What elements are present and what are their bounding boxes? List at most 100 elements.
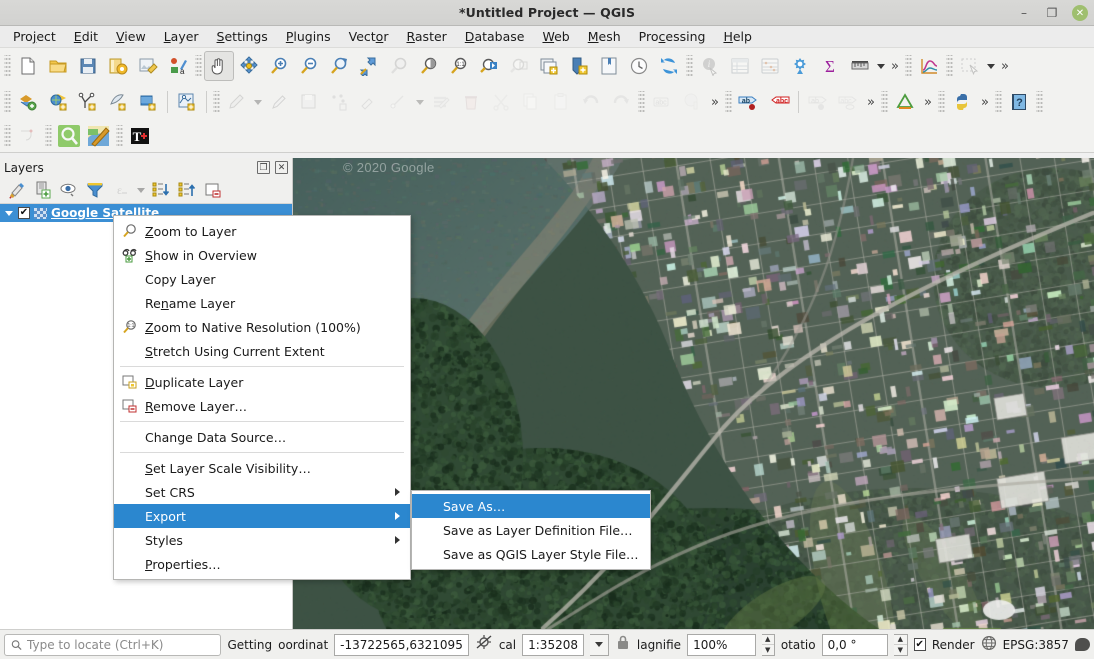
open-attribute-table-icon[interactable] (725, 51, 755, 81)
close-panel-button[interactable]: ✕ (275, 161, 288, 174)
pan-map-icon[interactable] (204, 51, 234, 81)
menu-edit[interactable]: Edit (65, 27, 107, 46)
show-labels-icon[interactable]: ab (734, 87, 764, 117)
submenu-item-save-as[interactable]: Save As… (412, 494, 650, 518)
menu-layer[interactable]: Layer (155, 27, 208, 46)
add-mesh-layer-icon[interactable] (103, 87, 133, 117)
toolbar-grip[interactable] (938, 91, 945, 113)
add-vector-tile-icon[interactable] (172, 87, 202, 117)
filter-legend-expression-icon[interactable]: ε (109, 179, 133, 201)
toolbar-grip[interactable] (116, 125, 123, 147)
menu-vector[interactable]: Vector (340, 27, 398, 46)
context-menu-item-styles[interactable]: Styles (114, 528, 410, 552)
toggle-extents-icon[interactable] (475, 634, 493, 655)
collapse-all-icon[interactable] (175, 179, 199, 201)
render-checkbox[interactable]: ✔ (913, 638, 926, 651)
metasearch-icon[interactable] (54, 121, 84, 151)
toolbar-grip[interactable] (45, 125, 52, 147)
add-delimited-text-icon[interactable] (73, 87, 103, 117)
style-manager-icon[interactable] (133, 51, 163, 81)
undo-icon[interactable] (576, 87, 606, 117)
python-console-icon[interactable] (947, 87, 977, 117)
layer-context-menu[interactable]: Zoom to Layer Show in Overview Copy Laye… (113, 215, 411, 580)
paste-features-icon[interactable] (546, 87, 576, 117)
toolbar-grip[interactable] (213, 91, 220, 113)
select-features-icon[interactable] (955, 51, 985, 81)
magnifier-field[interactable]: 100% (687, 633, 756, 656)
overflow-chevron-6[interactable]: » (977, 88, 993, 116)
minimize-button[interactable]: – (1016, 5, 1032, 21)
menu-view[interactable]: View (107, 27, 155, 46)
save-project-as-icon[interactable] (103, 51, 133, 81)
save-layer-edits-icon[interactable] (294, 87, 324, 117)
mesh-digitizing-icon[interactable] (890, 87, 920, 117)
zoom-in-icon[interactable] (264, 51, 294, 81)
toolbar-grip[interactable] (4, 91, 11, 113)
cut-features-icon[interactable] (486, 87, 516, 117)
add-group-icon[interactable] (31, 179, 55, 201)
processing-toolbox-icon[interactable] (785, 51, 815, 81)
overflow-chevron-2[interactable]: » (997, 52, 1013, 80)
toolbar-grip[interactable] (725, 91, 732, 113)
identify-features-icon[interactable]: i (695, 51, 725, 81)
overflow-chevron-5[interactable]: » (920, 88, 936, 116)
menu-help[interactable]: Help (714, 27, 761, 46)
add-feature-icon[interactable] (324, 87, 354, 117)
menu-raster[interactable]: Raster (397, 27, 455, 46)
context-menu-item-show-in-overview[interactable]: Show in Overview (114, 243, 410, 267)
diagram-icon[interactable] (677, 87, 707, 117)
delete-selected-icon[interactable] (456, 87, 486, 117)
zoom-native-icon[interactable]: 1:1 (444, 51, 474, 81)
context-menu-item-zoom-native-resolution[interactable]: 1:1 Zoom to Native Resolution (100%) (114, 315, 410, 339)
context-menu-item-properties[interactable]: Properties… (114, 552, 410, 576)
context-menu-item-duplicate-layer[interactable]: Duplicate Layer (114, 370, 410, 394)
zoom-out-icon[interactable] (294, 51, 324, 81)
toolbar-grip[interactable] (881, 91, 888, 113)
magnifier-spinner[interactable]: ▲ ▼ (761, 633, 775, 656)
expand-arrow-icon[interactable] (4, 208, 14, 218)
float-panel-button[interactable]: ❐ (257, 161, 270, 174)
locator-widget[interactable] (4, 633, 222, 656)
search-input[interactable] (27, 637, 215, 652)
overflow-chevron-1[interactable]: » (887, 52, 903, 80)
show-pinned-labels-icon[interactable]: abc (764, 87, 794, 117)
zoom-next-icon[interactable] (504, 51, 534, 81)
zoom-full-icon[interactable] (354, 51, 384, 81)
open-layer-styling-icon[interactable] (5, 179, 29, 201)
context-menu-item-change-data-source[interactable]: Change Data Source… (114, 425, 410, 449)
toolbar-grip[interactable] (195, 55, 202, 77)
coordinate-field[interactable]: -13722565,6321095 (334, 633, 469, 656)
copy-features-icon[interactable] (516, 87, 546, 117)
select-dropdown-caret[interactable] (985, 52, 997, 80)
new-map-view-icon[interactable] (534, 51, 564, 81)
crs-label[interactable]: EPSG:3857 (1003, 638, 1069, 652)
manage-visibility-icon[interactable] (57, 179, 81, 201)
add-vector-layer-icon[interactable] (13, 87, 43, 117)
text-annotation-icon[interactable]: T (125, 121, 155, 151)
georeferencer-icon[interactable] (84, 121, 114, 151)
context-menu-item-set-layer-scale-visibility[interactable]: Set Layer Scale Visibility… (114, 456, 410, 480)
overflow-chevron-4[interactable]: » (863, 88, 879, 116)
menu-mesh[interactable]: Mesh (579, 27, 630, 46)
restore-button[interactable]: ❐ (1044, 5, 1060, 21)
context-menu-item-stretch-current-extent[interactable]: Stretch Using Current Extent (114, 339, 410, 363)
menu-settings[interactable]: Settings (208, 27, 277, 46)
rotation-field[interactable]: 0,0 ° (821, 633, 889, 656)
menu-project[interactable]: Project (4, 27, 65, 46)
toolbar-grip[interactable] (4, 125, 11, 147)
current-edits-icon[interactable] (222, 87, 252, 117)
lock-scale-icon[interactable] (615, 634, 631, 655)
add-raster-layer-icon[interactable] (43, 87, 73, 117)
refresh-icon[interactable] (654, 51, 684, 81)
move-feature-icon[interactable] (354, 87, 384, 117)
new-project-icon[interactable] (13, 51, 43, 81)
submenu-item-save-as-qgis-style[interactable]: Save as QGIS Layer Style File… (412, 542, 650, 566)
modify-attributes-icon[interactable] (426, 87, 456, 117)
temporal-controller-icon[interactable] (624, 51, 654, 81)
redo-icon[interactable] (606, 87, 636, 117)
statistical-summary-icon[interactable]: Σ (815, 51, 845, 81)
context-menu-item-copy-layer[interactable]: Copy Layer (114, 267, 410, 291)
toolbar-grip[interactable] (995, 91, 1002, 113)
toolbar-grip[interactable] (905, 55, 912, 77)
zoom-last-icon[interactable] (474, 51, 504, 81)
